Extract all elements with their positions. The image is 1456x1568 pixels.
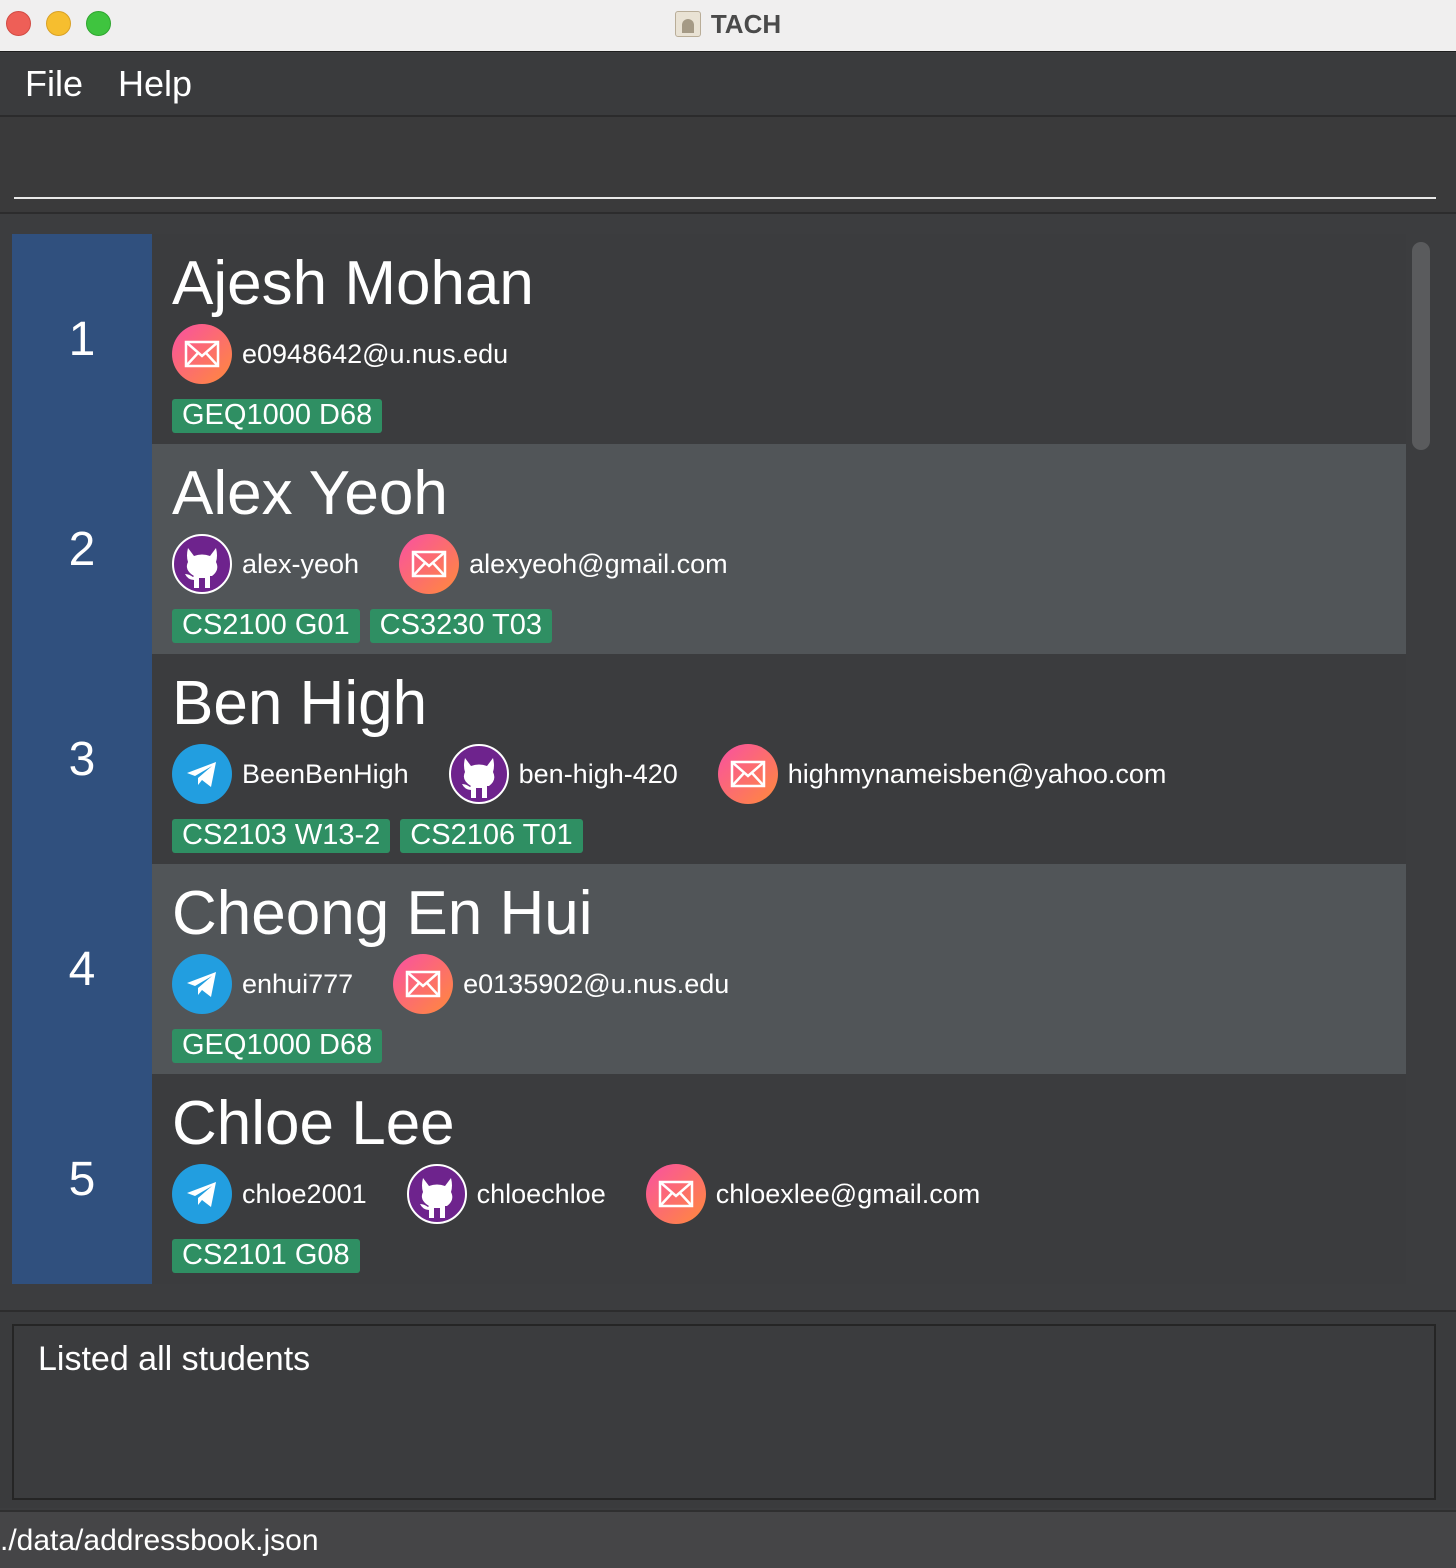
result-display-panel: Listed all students [0,1310,1456,1508]
class-tag: GEQ1000 D68 [172,399,383,433]
telegram-icon [172,1164,232,1224]
email-contact[interactable]: e0948642@u.nus.edu [172,324,508,384]
student-name: Chloe Lee [172,1089,455,1158]
email-contact[interactable]: highmynameisben@yahoo.com [717,744,1167,804]
email-icon [717,744,778,804]
github-icon [406,1164,467,1224]
tag-list: CS2100 G01 CS3230 T03 [172,609,552,643]
student-index: 4 [12,864,152,1074]
class-tag: CS2101 G08 [172,1239,360,1273]
student-card[interactable]: 2 Alex Yeoh alex-yeoh alexyeoh@gmail.com CS2… [12,444,1406,654]
student-details: Cheong En Hui enhui777 e0135902@u.nus.edu G… [152,864,1406,1074]
student-card[interactable]: 5 Chloe Lee chloe2001 chloechloe chloexlee@g… [12,1074,1406,1284]
student-card[interactable]: 1 Ajesh Mohan e0948642@u.nus.edu GEQ1000 D6… [12,234,1406,444]
email-handle: e0135902@u.nus.edu [463,968,730,999]
window-title-text: TACH [710,8,782,39]
student-index: 5 [12,1074,152,1284]
command-box [0,117,1456,214]
contact-list: BeenBenHigh ben-high-420 highmynameisben@y… [172,743,1206,805]
email-handle: alexyeoh@gmail.com [469,548,728,579]
menu-help[interactable]: Help [118,63,192,105]
data-file-path: ./data/addressbook.json [0,1524,319,1557]
app-icon [674,11,701,37]
contact-list: e0948642@u.nus.edu [172,323,548,385]
student-card[interactable]: 3 Ben High BeenBenHigh ben-high-420 highmyna… [12,654,1406,864]
menu-bar: File Help [0,53,1456,117]
tag-list: CS2101 G08 [172,1239,360,1273]
telegram-icon [172,954,232,1014]
github-icon [172,534,232,594]
github-handle: chloechloe [476,1178,606,1209]
github-handle: ben-high-420 [518,758,678,789]
list-scrollbar[interactable] [1408,234,1434,1288]
student-details: Alex Yeoh alex-yeoh alexyeoh@gmail.com CS21… [152,444,1406,654]
student-index: 2 [12,444,152,654]
result-display: Listed all students [12,1324,1436,1500]
window-title: TACH [0,0,1456,48]
class-tag: CS2100 G01 [172,609,360,643]
email-handle: highmynameisben@yahoo.com [787,758,1167,789]
student-name: Alex Yeoh [172,459,448,528]
email-icon [645,1164,706,1224]
student-card[interactable]: 4 Cheong En Hui enhui777 e0135902@u.nus.edu… [12,864,1406,1074]
github-contact[interactable]: alex-yeoh [172,534,359,594]
class-tag: GEQ1000 D68 [172,1029,383,1063]
student-details: Chloe Lee chloe2001 chloechloe chloexlee@gm… [152,1074,1406,1284]
email-handle: e0948642@u.nus.edu [242,338,509,369]
student-name: Ben High [172,669,428,738]
student-list[interactable]: 1 Ajesh Mohan e0948642@u.nus.edu GEQ1000 D6… [12,234,1406,1288]
email-handle: chloexlee@gmail.com [715,1178,981,1209]
title-bar: TACH [0,0,1456,52]
telegram-contact[interactable]: BeenBenHigh [172,744,409,804]
telegram-icon [172,744,232,804]
scrollbar-thumb[interactable] [1412,242,1430,450]
email-contact[interactable]: e0135902@u.nus.edu [393,954,729,1014]
github-contact[interactable]: ben-high-420 [448,744,678,804]
tag-list: GEQ1000 D68 [172,1029,383,1063]
student-index: 3 [12,654,152,864]
contact-list: enhui777 e0135902@u.nus.edu [172,953,769,1015]
email-contact[interactable]: alexyeoh@gmail.com [399,534,728,594]
class-tag: CS2103 W13-2 [172,819,391,853]
menu-file[interactable]: File [25,63,83,105]
email-icon [399,534,460,594]
student-index: 1 [12,234,152,444]
telegram-handle: chloe2001 [242,1178,367,1209]
status-bar: ./data/addressbook.json [0,1510,1456,1568]
github-contact[interactable]: chloechloe [406,1164,606,1224]
class-tag: CS3230 T03 [369,609,552,643]
telegram-handle: enhui777 [242,968,354,999]
student-details: Ben High BeenBenHigh ben-high-420 highmynam… [152,654,1406,864]
contact-list: alex-yeoh alexyeoh@gmail.com [172,533,768,595]
result-message: Listed all students [38,1340,311,1378]
telegram-contact[interactable]: chloe2001 [172,1164,367,1224]
github-icon [448,744,509,804]
tag-list: CS2103 W13-2 CS2106 T01 [172,819,583,853]
github-handle: alex-yeoh [242,548,360,579]
telegram-contact[interactable]: enhui777 [172,954,353,1014]
class-tag: CS2106 T01 [400,819,583,853]
tag-list: GEQ1000 D68 [172,399,383,433]
student-details: Ajesh Mohan e0948642@u.nus.edu GEQ1000 D68 [152,234,1406,444]
contact-list: chloe2001 chloechloe chloexlee@gmail.com [172,1163,1020,1225]
command-input[interactable] [14,127,1436,199]
student-name: Ajesh Mohan [172,249,534,318]
telegram-handle: BeenBenHigh [242,758,409,789]
student-name: Cheong En Hui [172,879,593,948]
email-icon [393,954,454,1014]
email-contact[interactable]: chloexlee@gmail.com [645,1164,981,1224]
email-icon [172,324,232,384]
